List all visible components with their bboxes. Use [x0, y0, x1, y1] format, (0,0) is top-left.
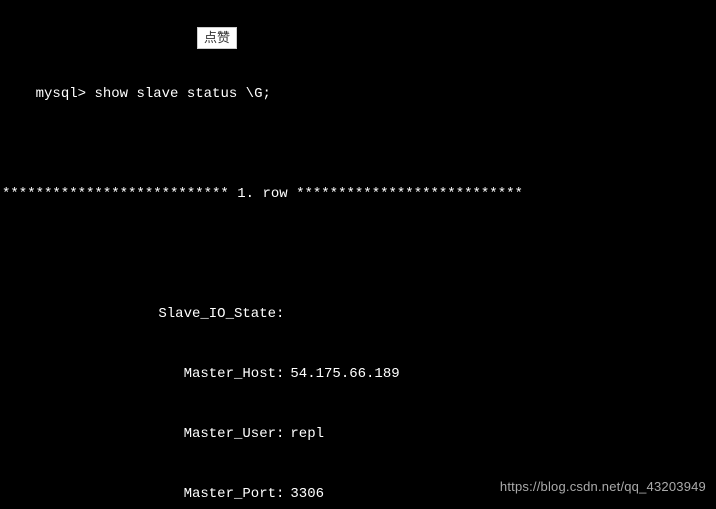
separator-label: 1. row — [237, 186, 287, 202]
colon: : — [276, 484, 284, 504]
field-key: Master_User — [0, 424, 276, 444]
field-key: Master_Host — [0, 364, 276, 384]
field-value: 3306 — [284, 484, 324, 504]
prompt-line: mysql> show slave status \G; — [0, 64, 716, 124]
field-row: Master_User:repl — [0, 424, 716, 444]
separator-left: *************************** — [2, 186, 229, 202]
sql-prompt: mysql> — [36, 86, 86, 102]
field-key: Slave_IO_State — [0, 304, 276, 324]
field-key: Master_Port — [0, 484, 276, 504]
like-tooltip[interactable]: 点赞 — [197, 27, 237, 49]
field-value: repl — [284, 424, 324, 444]
separator-right: *************************** — [296, 186, 523, 202]
field-row: Slave_IO_State: — [0, 304, 716, 324]
field-value: 54.175.66.189 — [284, 364, 399, 384]
field-row: Master_Host:54.175.66.189 — [0, 364, 716, 384]
field-value — [284, 304, 290, 324]
watermark-text: https://blog.csdn.net/qq_43203949 — [500, 477, 706, 497]
status-fields: Slave_IO_State: Master_Host:54.175.66.18… — [0, 264, 716, 509]
terminal-output[interactable]: mysql> show slave status \G; ***********… — [0, 0, 716, 509]
colon: : — [276, 364, 284, 384]
sql-command: show slave status \G; — [94, 86, 270, 102]
colon: : — [276, 304, 284, 324]
row-separator: *************************** 1. row *****… — [0, 184, 716, 204]
colon: : — [276, 424, 284, 444]
